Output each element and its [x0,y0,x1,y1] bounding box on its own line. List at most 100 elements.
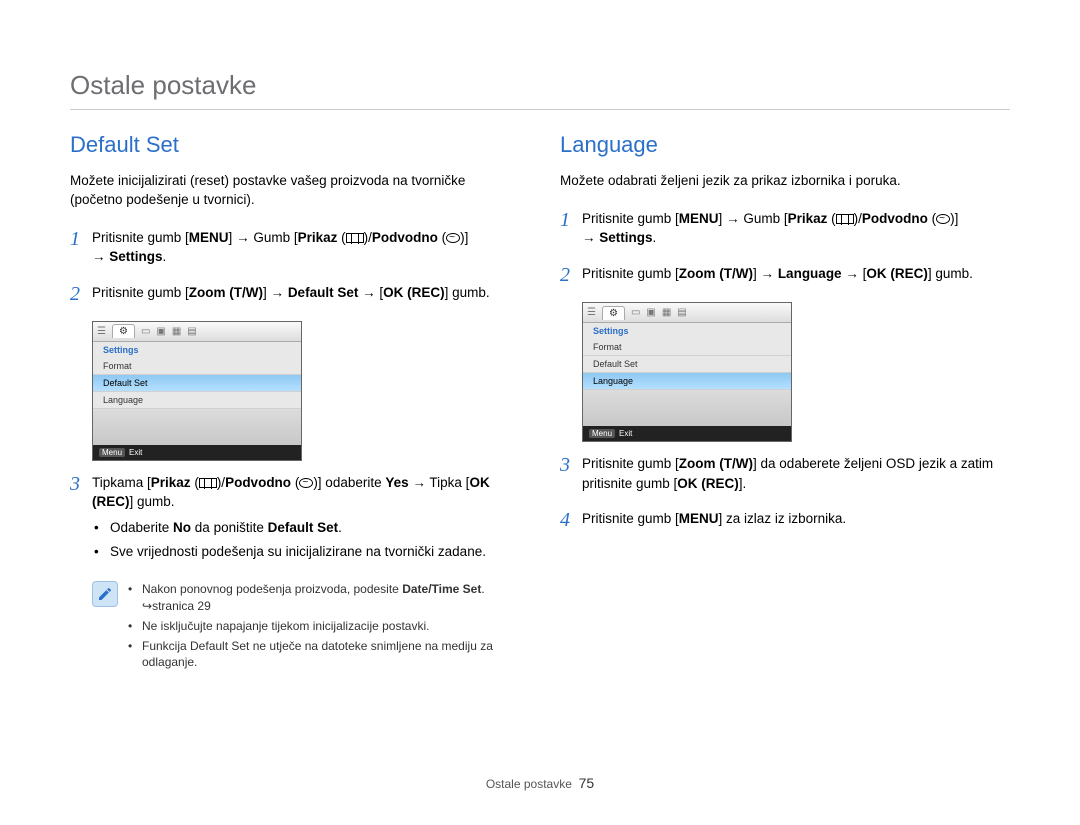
page-ref-icon [142,599,152,613]
footer-label: Ostale postavke [486,777,572,791]
step-4-right: 4 Pritisnite gumb [MENU] za izlaz iz izb… [560,509,1010,531]
text-bold: Language [778,266,842,281]
text-bold: OK (REC) [383,285,445,300]
text: ( [928,211,936,226]
step-3-left: 3 Tipkama [Prikaz ()/Podvodno ()] odaber… [70,473,520,565]
step-number: 4 [560,509,582,531]
heading-language: Language [560,132,1010,158]
step-2-right: 2 Pritisnite gumb [Zoom (T/W)] Language … [560,264,1010,286]
heading-default-set: Default Set [70,132,520,158]
text: ] [229,230,237,245]
text-bold: Default Set [268,520,339,535]
underwater-icon [299,478,313,488]
text: da poništite [191,520,268,535]
text: Nakon ponovnog podešenja proizvoda, pode… [142,582,402,596]
lcd-menu-btn: Menu [99,448,125,457]
arrow-icon [845,266,859,281]
text: ( [827,211,835,226]
underwater-icon [446,233,460,243]
text: )] odaberite [313,475,385,490]
lcd-tabs: ☰ ⚙ ▭ ▣ ▦ ▤ [583,303,791,323]
text: ( [438,230,446,245]
lcd-item-language: Language [93,392,301,409]
lcd-footer: MenuExit [583,426,791,441]
lcd-menu-header: Settings [583,323,791,339]
column-default-set: Default Set Možete inicijalizirati (rese… [70,132,520,674]
note-item: Nakon ponovnog podešenja proizvoda, pode… [128,581,520,615]
text: Funkcija Default Set ne utječe na datote… [142,638,520,672]
tab-icon: ▦ [172,326,181,337]
text: ( [191,475,199,490]
text-bold: Default Set [288,285,359,300]
text-bold: Podvodno [225,475,291,490]
step-number: 3 [560,454,582,493]
note-block: Nakon ponovnog podešenja proizvoda, pode… [70,581,520,674]
arrow-icon [726,211,740,226]
text: ] [719,211,727,226]
text-bold: Podvodno [862,211,928,226]
step-number: 2 [560,264,582,286]
column-language: Language Možete odabrati željeni jezik z… [560,132,1010,674]
lcd-screenshot-language: ☰ ⚙ ▭ ▣ ▦ ▤ Settings Format Default Set … [582,302,792,442]
text: )/ [364,230,372,245]
intro-default-set: Možete inicijalizirati (reset) postavke … [70,172,520,210]
text: . [338,520,342,535]
arrow-icon [761,266,775,281]
tab-icon: ▤ [677,307,686,318]
text-bold: Date/Time Set [402,582,481,596]
intro-language: Možete odabrati željeni jezik za prikaz … [560,172,1010,191]
tab-icon: ☰ [97,326,106,337]
text-bold: Zoom (T/W) [679,456,753,471]
text-bold: Prikaz [298,230,338,245]
tab-active-icon: ⚙ [112,324,135,338]
tab-icon: ▣ [156,326,165,337]
lcd-item-format: Format [93,358,301,375]
text: )/ [217,475,225,490]
step-1-right: 1 Pritisnite gumb [MENU] Gumb [Prikaz ()… [560,209,1010,248]
tab-icon: ▣ [646,307,655,318]
text-bold: Prikaz [151,475,191,490]
page-footer: Ostale postavke 75 [0,775,1080,791]
text: . [653,230,657,245]
text: ] gumb. [130,494,175,509]
text-bold: Podvodno [372,230,438,245]
lcd-item-default-set: Default Set [93,375,301,392]
text: Tipka [ [426,475,470,490]
lcd-bg [93,409,301,445]
text-bold: No [173,520,191,535]
text-bold: Zoom (T/W) [679,266,753,281]
lcd-exit-label: Exit [619,429,632,438]
lcd-menu-header: Settings [93,342,301,358]
display-icon [836,214,854,224]
tab-icon: ▭ [141,326,150,337]
text: ]. [739,476,747,491]
text: Gumb [ [740,211,788,226]
underwater-icon [936,214,950,224]
btn-menu: MENU [189,230,229,245]
sub-bullet: Sve vrijednosti podešenja su inicijalizi… [94,542,520,562]
text: Pritisnite gumb [ [582,266,679,281]
text: ] [263,285,271,300]
text: Pritisnite gumb [ [582,211,679,226]
display-icon [346,233,364,243]
display-icon [199,478,217,488]
arrow-icon [362,285,376,300]
text: ( [337,230,345,245]
note-icon [92,581,118,607]
lcd-item-format: Format [583,339,791,356]
text: Sve vrijednosti podešenja su inicijalizi… [110,542,486,562]
page-title: Ostale postavke [70,70,1010,110]
lcd-bg [583,390,791,426]
tab-icon: ▤ [187,326,196,337]
tab-icon: ▭ [631,307,640,318]
page-ref: stranica 29 [152,599,211,613]
text-bold: OK (REC) [677,476,739,491]
text: ] [753,266,761,281]
step-number: 2 [70,283,92,305]
step-number: 1 [560,209,582,248]
btn-menu: MENU [679,211,719,226]
text-bold: Settings [599,230,652,245]
text: ] za izlaz iz izbornika. [719,511,847,526]
text-bold: Settings [109,249,162,264]
tab-active-icon: ⚙ [602,306,625,320]
